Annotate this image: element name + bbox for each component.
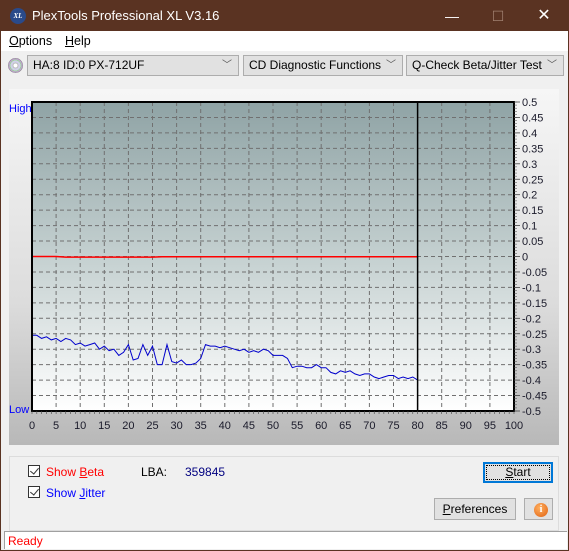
show-jitter-label[interactable]: Show Jitter [46, 486, 105, 500]
x-tick-label: 0 [29, 420, 35, 432]
menu-help[interactable]: Help [65, 34, 91, 48]
app-logo-icon: XL [10, 8, 26, 24]
y-tick-label: 0 [522, 252, 528, 264]
title-bar: XL PlexTools Professional XL V3.16 — ☐ ✕ [1, 1, 568, 31]
y-tick-label: -0.25 [522, 329, 547, 341]
x-tick-label: 70 [363, 420, 375, 432]
low-label: Low [9, 404, 29, 416]
y-tick-label: 0.35 [522, 143, 543, 155]
x-tick-label: 60 [315, 420, 327, 432]
y-tick-label: -0.4 [522, 375, 541, 387]
function-select-value: CD Diagnostic Functions [249, 58, 382, 72]
y-tick-label: 0.05 [522, 236, 543, 248]
y-tick-label: 0.3 [522, 159, 537, 171]
y-tick-label: 0.15 [522, 205, 543, 217]
x-tick-label: 50 [267, 420, 279, 432]
show-jitter-checkbox[interactable] [28, 486, 40, 498]
menu-bar: Options Help [1, 31, 568, 51]
y-tick-label: -0.35 [522, 360, 547, 372]
show-beta-label[interactable]: Show Beta [46, 465, 104, 479]
x-tick-label: 100 [505, 420, 523, 432]
y-tick-label: -0.15 [522, 298, 547, 310]
status-bar: Ready [4, 531, 567, 549]
function-select[interactable]: CD Diagnostic Functions ﹀ [243, 55, 403, 76]
y-tick-label: 0.2 [522, 190, 537, 202]
y-tick-label: 0.25 [522, 174, 543, 186]
minimize-button[interactable]: — [429, 1, 475, 31]
preferences-button-label: Preferences [442, 502, 508, 516]
status-text: Ready [8, 534, 43, 548]
y-tick-label: 0.5 [522, 97, 537, 109]
x-tick-label: 45 [243, 420, 255, 432]
x-tick-label: 75 [387, 420, 399, 432]
x-tick-label: 80 [411, 420, 423, 432]
maximize-button[interactable]: ☐ [475, 1, 521, 31]
x-tick-label: 35 [195, 420, 207, 432]
series-line-beta [32, 255, 418, 258]
app-window: XL PlexTools Professional XL V3.16 — ☐ ✕… [0, 0, 569, 551]
y-tick-label: 0.4 [522, 128, 537, 140]
options-group: Show Beta Show Jitter LBA: 359845 Start … [9, 456, 559, 531]
high-label: High [9, 103, 32, 115]
y-tick-label: -0.3 [522, 344, 541, 356]
y-tick-label: 0.1 [522, 221, 537, 233]
chevron-down-icon: ﹀ [386, 60, 396, 71]
y-tick-label: -0.1 [522, 282, 541, 294]
y-tick-label: -0.5 [522, 406, 541, 418]
x-tick-label: 55 [291, 420, 303, 432]
y-tick-label: -0.45 [522, 391, 547, 403]
window-title: PlexTools Professional XL V3.16 [32, 8, 220, 23]
disc-drive-icon [8, 58, 23, 73]
beta-jitter-chart: 0 5 10 15 20 25 30 35 40 45 50 55 60 65 70 75 80 85 90 95 10… [9, 97, 547, 432]
info-icon: i [534, 503, 548, 517]
lba-value: 359845 [185, 465, 226, 479]
show-beta-checkbox[interactable] [28, 465, 40, 477]
x-tick-label: 25 [146, 420, 158, 432]
x-tick-label: 15 [98, 420, 110, 432]
x-tick-label: 95 [484, 420, 496, 432]
x-tick-label: 10 [74, 420, 86, 432]
x-tick-label: 20 [122, 420, 134, 432]
y-tick-label: 0.45 [522, 112, 543, 124]
y-tick-label: -0.05 [522, 267, 547, 279]
start-button[interactable]: Start [483, 462, 553, 483]
x-tick-label: 5 [53, 420, 59, 432]
test-select[interactable]: Q-Check Beta/Jitter Test ﹀ [406, 55, 564, 76]
preferences-button[interactable]: Preferences [434, 498, 516, 520]
test-select-value: Q-Check Beta/Jitter Test [412, 58, 542, 72]
y-tick-label: -0.2 [522, 313, 541, 325]
x-tick-label: 40 [219, 420, 231, 432]
close-button[interactable]: ✕ [521, 1, 567, 31]
chevron-down-icon: ﹀ [222, 60, 232, 71]
info-button[interactable]: i [524, 498, 553, 520]
chevron-down-icon: ﹀ [547, 60, 557, 71]
x-tick-label: 85 [436, 420, 448, 432]
menu-options[interactable]: Options [9, 34, 52, 48]
x-tick-label: 30 [170, 420, 182, 432]
lba-label: LBA: [141, 465, 168, 479]
x-tick-label: 90 [460, 420, 472, 432]
x-tick-label: 65 [339, 420, 351, 432]
chart-panel: 0 5 10 15 20 25 30 35 40 45 50 55 60 65 70 75 80 85 90 95 10… [9, 89, 559, 445]
drive-select[interactable]: HA:8 ID:0 PX-712UF ﹀ [27, 55, 239, 76]
drive-select-value: HA:8 ID:0 PX-712UF [33, 58, 145, 72]
